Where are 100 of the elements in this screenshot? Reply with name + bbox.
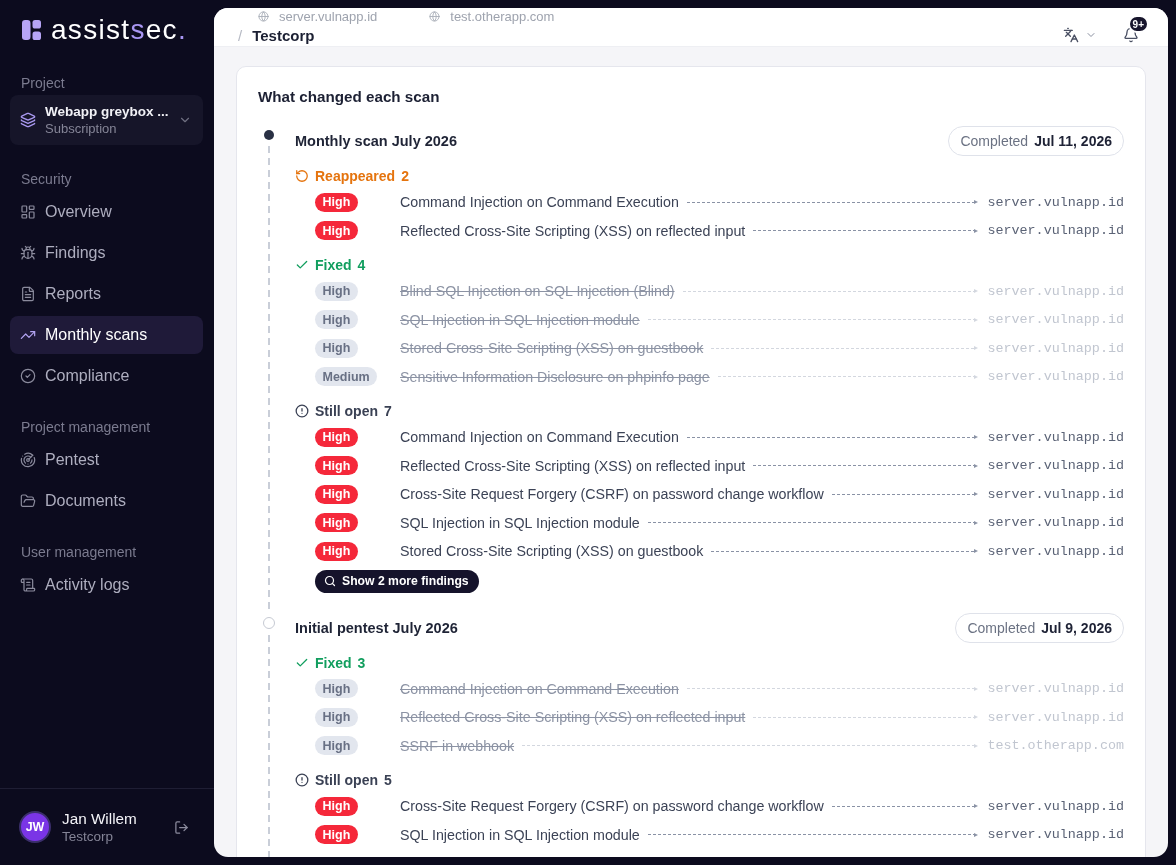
breadcrumb-item[interactable]: Testcorp bbox=[252, 26, 315, 44]
severity-badge: Medium bbox=[315, 367, 378, 387]
nav-item[interactable]: Activity logs bbox=[10, 566, 203, 604]
severity-badge: High bbox=[315, 541, 358, 561]
dashboard-icon bbox=[20, 204, 36, 220]
host-name: test.otherapp.com bbox=[987, 738, 1124, 754]
group-count: 2 bbox=[401, 168, 409, 184]
globe-icon bbox=[429, 10, 441, 22]
host-name: test.otherapp.com bbox=[450, 8, 555, 24]
host-name: server.vulnapp.id bbox=[987, 543, 1124, 559]
section-heading: User management bbox=[20, 543, 138, 562]
notifications-button[interactable] bbox=[1123, 27, 1139, 43]
project-selector[interactable]: Webapp greybox ... Subscription bbox=[10, 95, 203, 145]
document-icon bbox=[20, 286, 36, 302]
card-title: What changed each scan bbox=[258, 87, 441, 107]
host-name: server.vulnapp.id bbox=[987, 194, 1124, 210]
host-name: server.vulnapp.id bbox=[987, 429, 1124, 445]
logo-icon bbox=[22, 20, 41, 40]
severity-badge: High bbox=[315, 825, 358, 845]
group-count: 4 bbox=[357, 257, 366, 273]
project-name: Webapp greybox ... bbox=[45, 103, 169, 120]
nav-item[interactable]: Monthly scans bbox=[10, 316, 203, 354]
group-count: 5 bbox=[384, 772, 392, 788]
nav-item[interactable]: Pentest bbox=[10, 441, 203, 479]
translate-icon bbox=[1063, 27, 1079, 43]
severity-badge: High bbox=[315, 310, 358, 330]
host-name: server.vulnapp.id bbox=[987, 798, 1124, 814]
host-name: server.vulnapp.id bbox=[987, 283, 1124, 299]
language-button[interactable] bbox=[1063, 27, 1097, 43]
group-label: Still open bbox=[315, 772, 378, 788]
logout-button[interactable] bbox=[174, 819, 189, 835]
group-label: Still open bbox=[315, 403, 378, 419]
host-name: server.vulnapp.id bbox=[987, 223, 1124, 239]
finding-title: Reflected Cross-Site Scripting (XSS) on reflected input bbox=[400, 709, 746, 726]
layers-icon bbox=[20, 112, 36, 128]
host-name: server.vulnapp.id bbox=[987, 709, 1124, 725]
avatar: JW bbox=[19, 811, 51, 843]
nav-item[interactable]: Reports bbox=[10, 275, 203, 313]
severity-badge: High bbox=[315, 484, 358, 504]
group-count: 3 bbox=[357, 654, 366, 671]
finding-title: Sensitive Information Disclosure on phpinfo page bbox=[400, 368, 710, 385]
nav-item[interactable]: Documents bbox=[10, 482, 203, 520]
severity-badge: High bbox=[315, 456, 358, 476]
host-name: server.vulnapp.id bbox=[279, 8, 378, 24]
finding-title: SQL Injection in SQL Injection module bbox=[400, 826, 640, 843]
group-label: Fixed bbox=[315, 654, 352, 671]
scan-title: Initial pentest July 2026 bbox=[295, 619, 458, 636]
finding-title: Cross-Site Request Forgery (CSRF) on password change workflow bbox=[400, 486, 824, 503]
group-label: Fixed bbox=[315, 257, 352, 273]
host-name: server.vulnapp.id bbox=[987, 681, 1124, 697]
bell-icon bbox=[1123, 27, 1139, 43]
severity-badge: High bbox=[315, 221, 358, 241]
finding-title: Command Injection on Command Execution bbox=[400, 194, 679, 211]
nav-item[interactable]: Findings bbox=[10, 234, 203, 272]
severity-badge: High bbox=[315, 427, 358, 447]
host-name: server.vulnapp.id bbox=[987, 458, 1124, 474]
nav-item[interactable]: Compliance bbox=[10, 357, 203, 395]
status-date: Jul 9, 2026 bbox=[1041, 619, 1112, 636]
logout-icon bbox=[174, 819, 189, 835]
breadcrumb-separator: / bbox=[238, 26, 243, 44]
radar-icon bbox=[20, 452, 36, 468]
folder-icon bbox=[20, 493, 36, 509]
finding-title: Command Injection on Command Execution bbox=[400, 680, 679, 697]
host-name: server.vulnapp.id bbox=[987, 312, 1124, 328]
finding-title: SQL Injection in SQL Injection module bbox=[400, 311, 640, 328]
host-name: server.vulnapp.id bbox=[987, 515, 1124, 531]
show-more-button[interactable]: Show 2 more findings bbox=[315, 569, 479, 593]
globe-icon bbox=[258, 10, 269, 22]
scan-title: Monthly scan July 2026 bbox=[295, 133, 457, 149]
severity-badge: High bbox=[315, 281, 358, 301]
finding-title: Stored Cross-Site Scripting (XSS) on guestbook bbox=[400, 543, 704, 560]
severity-badge: High bbox=[315, 338, 358, 358]
severity-badge: High bbox=[315, 513, 358, 533]
status-label: Completed bbox=[960, 133, 1029, 149]
finding-title: SSRF in webhook bbox=[400, 737, 515, 754]
search-icon bbox=[324, 575, 336, 587]
project-plan: Subscription bbox=[45, 121, 118, 137]
finding-title: Reflected Cross-Site Scripting (XSS) on reflected input bbox=[400, 222, 746, 239]
severity-badge: High bbox=[315, 679, 358, 699]
bug-icon bbox=[20, 245, 36, 261]
status-date: Jul 11, 2026 bbox=[1034, 133, 1112, 149]
finding-title: Command Injection on Command Execution bbox=[400, 429, 679, 446]
host-name: server.vulnapp.id bbox=[987, 340, 1124, 356]
section-heading: Security bbox=[20, 170, 73, 189]
user-name: Jan Willem bbox=[62, 808, 138, 828]
severity-badge: High bbox=[315, 707, 358, 727]
check-circle-icon bbox=[20, 368, 36, 384]
group-label: Reappeared bbox=[315, 168, 396, 184]
host-name: server.vulnapp.id bbox=[987, 369, 1124, 385]
severity-badge: High bbox=[315, 192, 358, 212]
severity-badge: High bbox=[315, 736, 358, 756]
finding-title: Blind SQL Injection on SQL Injection (Blind) bbox=[400, 283, 675, 300]
status-label: Completed bbox=[967, 619, 1036, 636]
scroll-icon bbox=[20, 577, 36, 593]
host-name: server.vulnapp.id bbox=[987, 827, 1124, 843]
severity-badge: High bbox=[315, 796, 358, 816]
finding-title: Stored Cross-Site Scripting (XSS) on guestbook bbox=[400, 340, 704, 357]
nav-item[interactable]: Overview bbox=[10, 193, 203, 231]
user-org: Testcorp bbox=[62, 827, 115, 846]
finding-title: SQL Injection in SQL Injection module bbox=[400, 514, 640, 531]
